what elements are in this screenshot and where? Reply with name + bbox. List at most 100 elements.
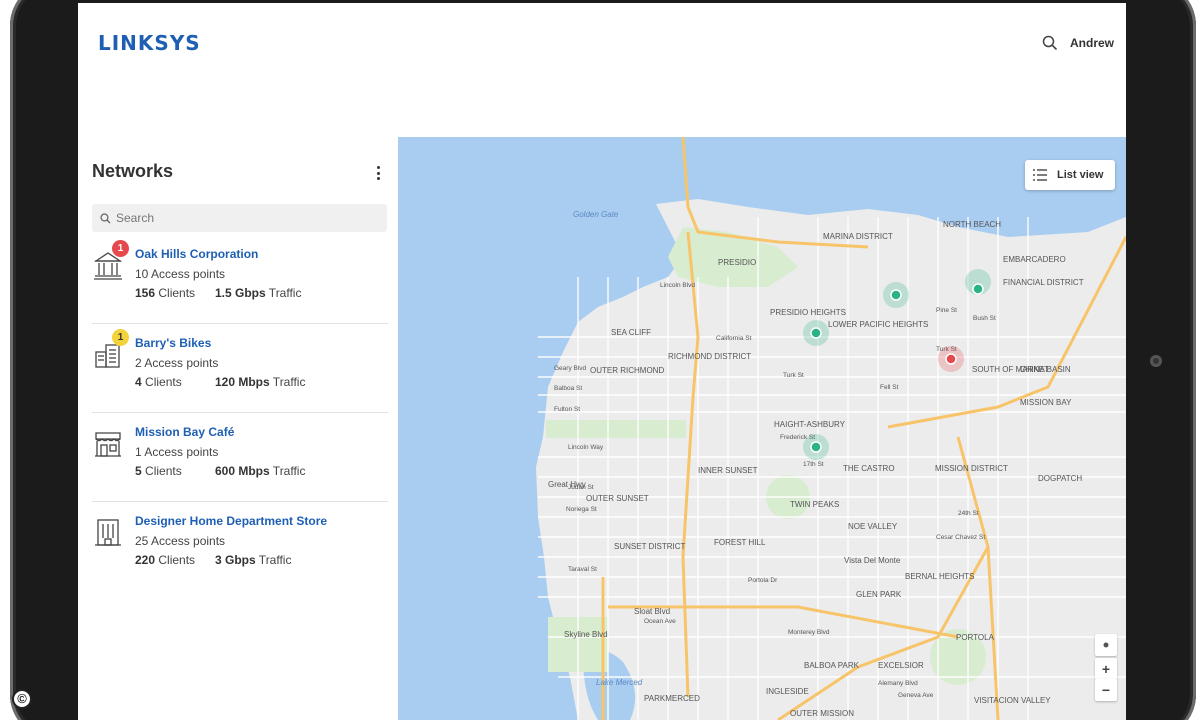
map-marker-ok[interactable]: [803, 434, 829, 460]
clients-count: 4: [135, 375, 142, 389]
network-item[interactable]: Designer Home Department Store 25 Access…: [92, 502, 388, 591]
label-fell: Fell St: [880, 384, 899, 391]
label-portola: PORTOLA: [956, 633, 995, 642]
warning-badge: 1: [112, 329, 129, 346]
label-monterey: Monterey Blvd: [788, 629, 830, 636]
label-outer-sunset: OUTER SUNSET: [586, 494, 649, 503]
label-pine: Pine St: [936, 307, 957, 314]
label-marina: MARINA DISTRICT: [823, 232, 893, 241]
label-vista-del-monte: Vista Del Monte: [844, 556, 901, 565]
list-view-label: List view: [1057, 169, 1104, 181]
label-geary: Geary Blvd: [554, 365, 587, 372]
network-stats: 4 Clients 120 Mbps Traffic: [135, 375, 305, 389]
label-inner-sunset: INNER SUNSET: [698, 466, 758, 475]
traffic-value: 3 Gbps: [215, 553, 256, 567]
map-canvas[interactable]: Golden Gate PRESIDIO MARINA DISTRICT NOR…: [398, 137, 1126, 720]
label-skyline: Skyline Blvd: [564, 630, 608, 639]
network-stats: 5 Clients 600 Mbps Traffic: [135, 464, 305, 478]
network-name[interactable]: Barry's Bikes: [135, 336, 211, 350]
map-marker-ok[interactable]: [803, 320, 829, 346]
list-icon: [1033, 169, 1047, 181]
label-balboa: Balboa St: [554, 385, 582, 392]
traffic-label: Traffic: [269, 464, 306, 478]
more-vertical-icon[interactable]: [370, 164, 386, 182]
search-input[interactable]: [116, 211, 366, 225]
label-glen-park: GLEN PARK: [856, 590, 902, 599]
network-name[interactable]: Mission Bay Café: [135, 425, 234, 439]
map-marker-alert[interactable]: [938, 346, 964, 372]
app-header: LINKSYS Andrew: [78, 3, 1126, 83]
clients-label: Clients: [155, 553, 196, 567]
label-outer-richmond: OUTER RICHMOND: [590, 366, 664, 375]
list-view-button[interactable]: List view: [1025, 160, 1115, 190]
label-lincoln-way: Lincoln Way: [568, 444, 604, 451]
search-icon: [100, 212, 111, 223]
label-bernal: BERNAL HEIGHTS: [905, 572, 975, 581]
label-excelsior: EXCELSIOR: [878, 661, 924, 670]
map-marker-ok[interactable]: [965, 269, 991, 295]
label-lower-pacific: LOWER PACIFIC HEIGHTS: [828, 320, 928, 329]
label-presidio-heights: PRESIDIO HEIGHTS: [770, 308, 846, 317]
traffic-label: Traffic: [255, 553, 292, 567]
clients-label: Clients: [155, 286, 196, 300]
access-points-count: 10 Access points: [135, 267, 226, 281]
network-item[interactable]: 1 Oak Hills Corporation 10 Access points…: [92, 235, 388, 324]
label-turk: Turk St: [783, 372, 804, 379]
label-mission: MISSION DISTRICT: [935, 464, 1008, 473]
label-bush: Bush St: [973, 315, 996, 322]
label-twin-peaks: TWIN PEAKS: [790, 500, 839, 509]
label-lake-merced: Lake Merced: [596, 678, 643, 687]
zoom-out-button[interactable]: −: [1095, 679, 1117, 701]
label-presidio: PRESIDIO: [718, 258, 756, 267]
label-forest-hill: FOREST HILL: [714, 538, 766, 547]
network-stats: 220 Clients 3 Gbps Traffic: [135, 553, 291, 567]
traffic-value: 600 Mbps: [215, 464, 270, 478]
label-financial: FINANCIAL DISTRICT: [1003, 278, 1084, 287]
label-sunset: SUNSET DISTRICT: [614, 542, 686, 551]
label-balboa-park: BALBOA PARK: [804, 661, 860, 670]
label-24th: 24th St: [958, 510, 979, 517]
network-name[interactable]: Designer Home Department Store: [135, 514, 327, 528]
clients-count: 156: [135, 286, 156, 300]
label-haight: HAIGHT-ASHBURY: [774, 420, 846, 429]
label-geneva: Geneva Ave: [898, 692, 934, 699]
label-17th: 17th St: [803, 461, 824, 468]
label-judah: Judah St: [568, 484, 594, 491]
network-name[interactable]: Oak Hills Corporation: [135, 247, 258, 261]
label-taraval: Taraval St: [568, 566, 597, 573]
golden-gate-park: [546, 420, 686, 438]
label-dogpatch: DOGPATCH: [1038, 474, 1082, 483]
label-lincoln-blvd: Lincoln Blvd: [660, 282, 695, 289]
clients-label: Clients: [141, 464, 182, 478]
access-points-count: 1 Access points: [135, 445, 219, 459]
zoom-in-button[interactable]: +: [1095, 658, 1117, 680]
label-north-beach: NORTH BEACH: [943, 220, 1001, 229]
locate-icon[interactable]: [1095, 634, 1117, 656]
map-marker-ok[interactable]: [883, 282, 909, 308]
camera-dot: [1150, 355, 1162, 367]
department-store-icon: [95, 519, 121, 546]
label-cesar-chavez: Cesar Chavez St: [936, 534, 985, 541]
label-noe-valley: NOE VALLEY: [848, 522, 898, 531]
label-parkmerced: PARKMERCED: [644, 694, 700, 703]
label-california: California St: [716, 335, 752, 342]
traffic-label: Traffic: [265, 286, 302, 300]
user-name[interactable]: Andrew: [1070, 36, 1114, 50]
linksys-logo[interactable]: LINKSYS: [98, 31, 201, 55]
networks-sidebar: Networks 1 Oak Hills Corporation 10 Acce…: [78, 137, 398, 720]
network-map[interactable]: Golden Gate PRESIDIO MARINA DISTRICT NOR…: [398, 137, 1126, 720]
label-castro: THE CASTRO: [843, 464, 895, 473]
search-icon[interactable]: [1040, 33, 1060, 53]
label-golden-gate: Golden Gate: [573, 210, 619, 219]
network-stats: 156 Clients 1.5 Gbps Traffic: [135, 286, 301, 300]
label-embarcadero: EMBARCADERO: [1003, 255, 1066, 264]
alert-badge: 1: [112, 240, 129, 257]
access-points-count: 25 Access points: [135, 534, 226, 548]
label-sea-cliff: SEA CLIFF: [611, 328, 651, 337]
label-portola-dr: Portola Dr: [748, 577, 778, 584]
label-noriega: Noriega St: [566, 506, 597, 513]
network-item[interactable]: Mission Bay Café 1 Access points 5 Clien…: [92, 413, 388, 502]
access-points-count: 2 Access points: [135, 356, 219, 370]
network-item[interactable]: 1 Barry's Bikes 2 Access points 4 Client…: [92, 324, 388, 413]
search-field[interactable]: [92, 204, 387, 232]
